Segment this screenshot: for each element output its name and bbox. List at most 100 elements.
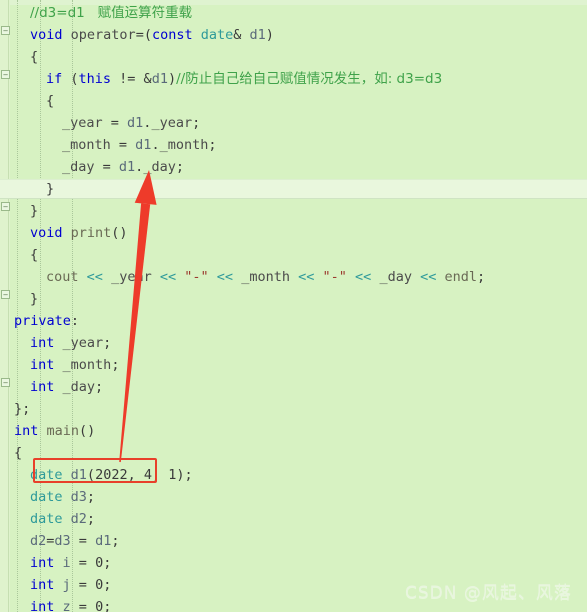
code-token: () (111, 225, 128, 241)
code-line[interactable]: { (0, 244, 587, 266)
code-token: = (94, 159, 119, 175)
code-line[interactable]: int _year; (0, 332, 587, 354)
code-token: , (151, 467, 169, 483)
code-token: 0 (95, 599, 104, 612)
code-token: _day (143, 159, 176, 175)
code-token: } (30, 203, 39, 219)
code-token: d1 (135, 137, 152, 153)
code-token: d1 (127, 115, 144, 131)
code-token: << (420, 269, 437, 285)
code-token: : (70, 313, 80, 329)
code-token: d2 (70, 511, 87, 527)
code-line[interactable]: cout << _year << "-" << _month << "-" <<… (0, 266, 587, 288)
code-token: int (30, 379, 55, 395)
code-line[interactable]: int i = 0; (0, 552, 587, 574)
code-token: date (200, 27, 234, 43)
code-line[interactable]: private: (0, 310, 587, 332)
code-token: _day (62, 159, 95, 175)
code-token: 0 (95, 555, 104, 571)
code-token: ; (175, 159, 184, 175)
code-token: _day (379, 269, 412, 285)
code-line[interactable]: _day = d1._day; (0, 156, 587, 178)
code-token: } (46, 181, 55, 197)
code-line[interactable]: void operator=(const date& d1) (0, 24, 587, 46)
code-token: ; (95, 379, 104, 395)
code-token: date (30, 467, 63, 483)
code-token: void (30, 225, 63, 241)
code-token: ; (111, 357, 120, 373)
code-token: int (30, 577, 55, 593)
code-token: "-" (184, 269, 209, 285)
code-token: = (70, 533, 96, 549)
code-token: cout (46, 269, 79, 285)
code-token: d1 (70, 467, 87, 483)
code-line[interactable]: } (0, 178, 587, 200)
code-token: const (151, 27, 193, 43)
code-token: ; (208, 137, 217, 153)
code-line[interactable]: _year = d1._year; (0, 112, 587, 134)
code-token: }; (14, 401, 31, 417)
code-line[interactable]: { (0, 442, 587, 464)
code-token: //防止自己给自己赋值情况发生，如: d3=d3 (176, 71, 443, 87)
code-line[interactable]: date d1(2022, 4, 1); (0, 464, 587, 486)
code-token: = (70, 577, 96, 593)
code-token: ) (167, 71, 177, 87)
code-token: = (70, 555, 96, 571)
code-line[interactable]: } (0, 288, 587, 310)
code-line[interactable]: void print() (0, 222, 587, 244)
code-token: operator (70, 27, 136, 43)
code-token: ; (103, 599, 112, 612)
code-token: date (30, 511, 63, 527)
code-token: d1 (118, 159, 136, 175)
code-token: ; (86, 511, 96, 527)
code-line[interactable]: int _day; (0, 376, 587, 398)
code-line[interactable]: { (0, 46, 587, 68)
code-line[interactable]: //d3=d1 赋值运算符重载 (0, 2, 587, 24)
code-line[interactable]: _month = d1._month; (0, 134, 587, 156)
code-token: ; (86, 489, 96, 505)
code-token: d1 (95, 533, 112, 549)
code-token: ; (477, 269, 486, 285)
code-line[interactable]: date d2; (0, 508, 587, 530)
code-line[interactable]: { (0, 90, 587, 112)
code-line[interactable]: int main() (0, 420, 587, 442)
code-token: date (30, 489, 63, 505)
code-token: & (233, 27, 250, 43)
code-token: int (30, 357, 55, 373)
code-line[interactable]: d2=d3 = d1; (0, 530, 587, 552)
code-token: ( (86, 467, 96, 483)
code-token: << (355, 269, 372, 285)
code-token: endl (444, 269, 478, 285)
code-token: ; (192, 115, 201, 131)
code-token: _day (62, 379, 96, 395)
code-token: << (159, 269, 177, 285)
code-token: _month (62, 357, 112, 373)
code-token: ) (265, 27, 274, 43)
csdn-watermark: CSDN @风起、风落 (405, 583, 572, 603)
code-token: ; (111, 533, 120, 549)
code-token: int (30, 555, 55, 571)
code-token: , (127, 467, 144, 483)
code-content[interactable]: //d3=d1 赋值运算符重载 void operator=(const date… (0, 0, 587, 612)
code-token: { (14, 445, 23, 461)
code-line[interactable]: date d3; (0, 486, 587, 508)
code-editor-screenshot: ‒ ‒ ‒ ‒ ‒ //d3=d1 赋值运算符重载 void operator=(… (0, 0, 587, 612)
code-token: d3 (54, 533, 71, 549)
code-line[interactable]: } (0, 200, 587, 222)
code-line[interactable]: }; (0, 398, 587, 420)
code-token: { (30, 247, 39, 263)
code-line[interactable]: int _month; (0, 354, 587, 376)
code-token: { (30, 49, 39, 65)
code-token: 0 (95, 577, 104, 593)
code-line[interactable]: if (this != &d1)//防止自己给自己赋值情况发生，如: d3=d3 (0, 68, 587, 90)
code-token: ; (103, 577, 112, 593)
